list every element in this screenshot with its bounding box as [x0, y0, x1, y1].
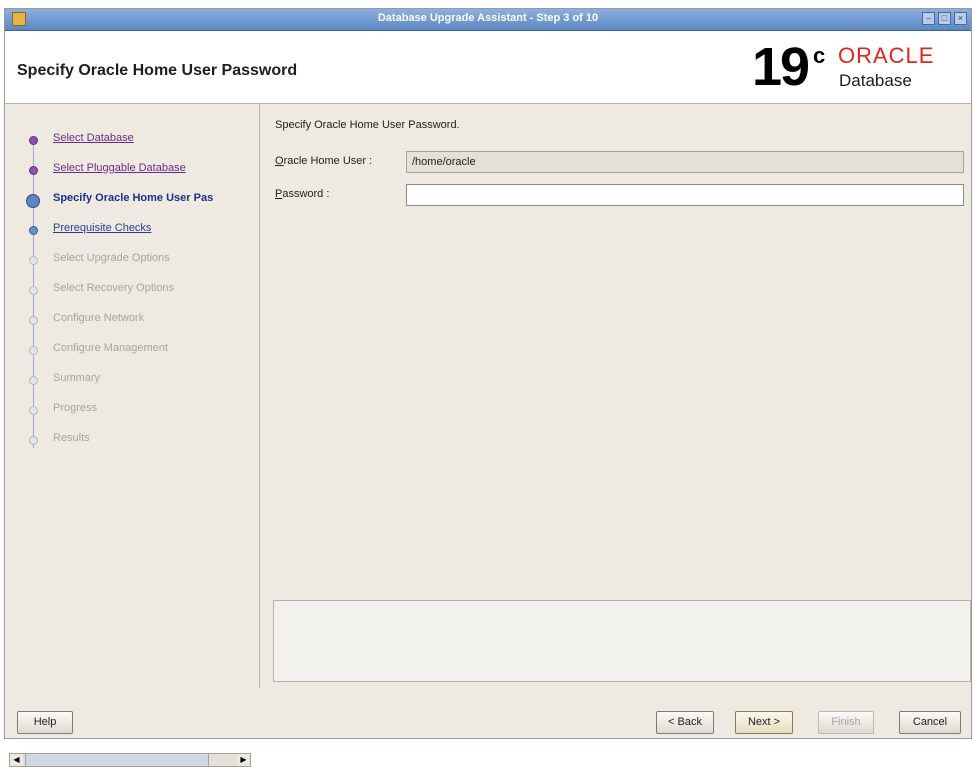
- step-indicator-icon: [29, 256, 38, 265]
- step-indicator-icon: [29, 316, 38, 325]
- password-label: Password :: [275, 188, 330, 200]
- home-user-label: Oracle Home User :: [275, 155, 373, 167]
- step-label: Configure Network: [53, 312, 145, 324]
- step-indicator-icon: [29, 436, 38, 445]
- back-button[interactable]: < Back: [656, 711, 714, 734]
- step-item: Select Upgrade Options: [5, 250, 259, 270]
- step-indicator-icon: [29, 286, 38, 295]
- step-item: Configure Network: [5, 310, 259, 330]
- logo-brand: ORACLE: [838, 43, 935, 68]
- maximize-icon[interactable]: □: [938, 12, 951, 25]
- password-field[interactable]: [406, 184, 964, 206]
- step-indicator-icon: [26, 194, 40, 208]
- nav-horizontal-scrollbar[interactable]: ◀ ▶: [9, 753, 251, 767]
- steps-navigation: Select Database Select Pluggable Database…: [5, 104, 260, 767]
- step-label: Results: [53, 432, 90, 444]
- logo-product: Database: [839, 71, 912, 90]
- main-content: Specify Oracle Home User Password. Oracl…: [267, 104, 971, 688]
- cancel-button[interactable]: Cancel: [899, 711, 961, 734]
- step-label: Progress: [53, 402, 98, 414]
- step-item[interactable]: Prerequisite Checks: [5, 220, 259, 240]
- step-item[interactable]: Select Database: [5, 130, 259, 150]
- step-item[interactable]: Specify Oracle Home User Pas: [5, 190, 259, 210]
- logo-superscript: c: [813, 43, 826, 68]
- title-bar[interactable]: Database Upgrade Assistant - Step 3 of 1…: [5, 9, 971, 31]
- step-item: Summary: [5, 370, 259, 390]
- step-label: Select Pluggable Database: [53, 162, 186, 174]
- logo-version: 19: [752, 37, 810, 97]
- step-label: Specify Oracle Home User Pas: [53, 192, 214, 204]
- step-item[interactable]: Select Pluggable Database: [5, 160, 259, 180]
- step-indicator-icon: [29, 136, 38, 145]
- scroll-left-icon[interactable]: ◀: [10, 754, 23, 766]
- step-label: Summary: [53, 372, 101, 384]
- finish-button[interactable]: Finish: [818, 711, 874, 734]
- page-header: Specify Oracle Home User Password 19 c O…: [5, 31, 971, 104]
- step-item: Progress: [5, 400, 259, 420]
- step-indicator-icon: [29, 346, 38, 355]
- next-button[interactable]: Next >: [735, 711, 793, 734]
- step-label: Select Database: [53, 132, 134, 144]
- step-indicator-icon: [29, 376, 38, 385]
- step-indicator-icon: [29, 406, 38, 415]
- step-item: Configure Management: [5, 340, 259, 360]
- step-label: Select Upgrade Options: [53, 252, 170, 264]
- message-panel: [273, 600, 971, 682]
- scrollbar-thumb[interactable]: [25, 754, 209, 766]
- step-item: Results: [5, 430, 259, 450]
- close-icon[interactable]: ×: [954, 12, 967, 25]
- page-title: Specify Oracle Home User Password: [17, 62, 298, 79]
- step-indicator-icon: [29, 166, 38, 175]
- home-user-field: /home/oracle: [406, 151, 964, 173]
- minimize-icon[interactable]: –: [922, 12, 935, 25]
- step-label: Select Recovery Options: [53, 282, 175, 294]
- step-indicator-icon: [29, 226, 38, 235]
- scroll-right-icon[interactable]: ▶: [237, 754, 250, 766]
- step-label: Configure Management: [53, 342, 168, 354]
- step-label: Prerequisite Checks: [53, 222, 152, 234]
- dbua-window: Database Upgrade Assistant - Step 3 of 1…: [4, 8, 972, 767]
- help-button[interactable]: Help: [17, 711, 73, 734]
- step-item: Select Recovery Options: [5, 280, 259, 300]
- instruction-text: Specify Oracle Home User Password.: [275, 119, 460, 131]
- window-title: Database Upgrade Assistant - Step 3 of 1…: [377, 12, 599, 24]
